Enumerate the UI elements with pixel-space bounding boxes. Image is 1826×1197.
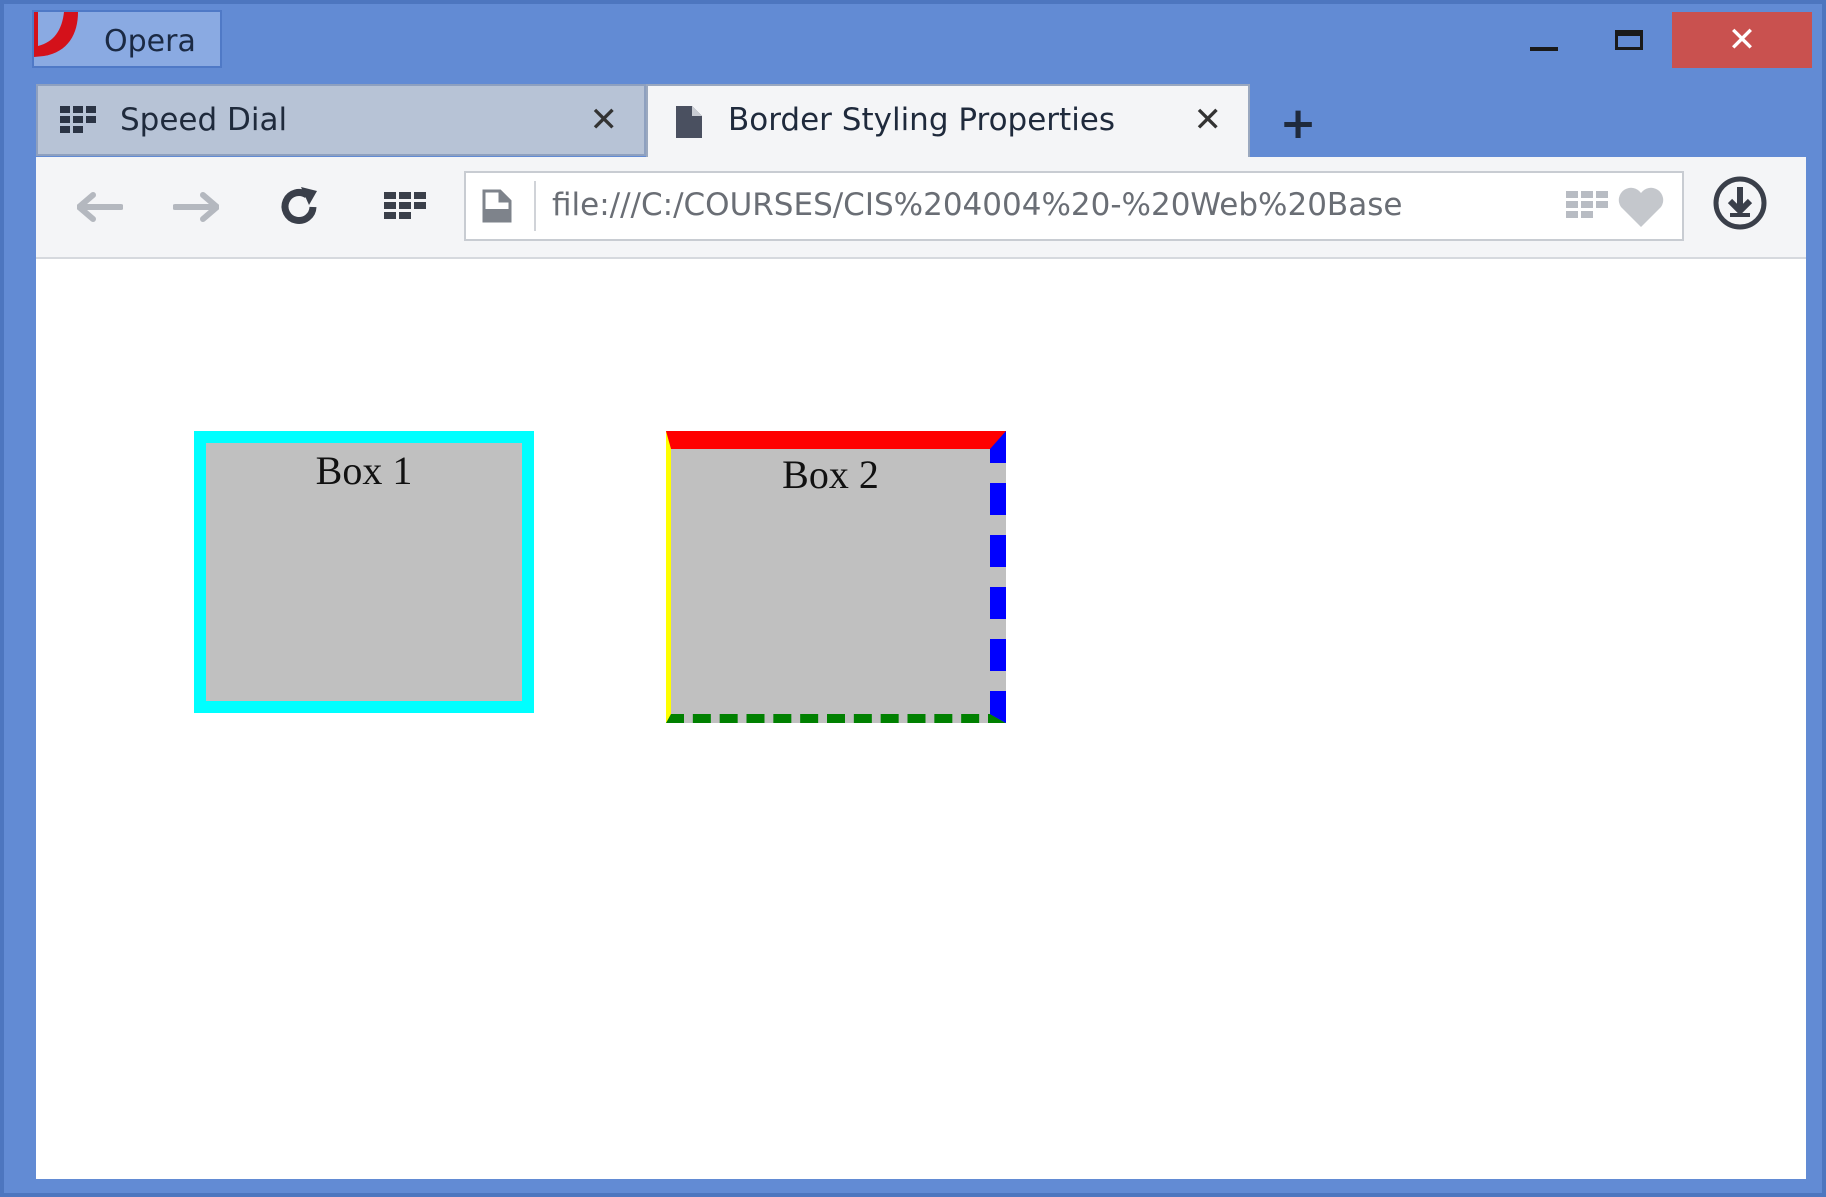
tab-speed-dial[interactable]: Speed Dial ✕ <box>36 84 646 156</box>
address-bar[interactable]: file:///C:/COURSES/CIS%204004%20-%20Web%… <box>464 171 1684 241</box>
box-2: Box 2 <box>666 431 1006 723</box>
heart-bookmark-icon[interactable] <box>1616 187 1666 229</box>
url-text[interactable]: file:///C:/COURSES/CIS%204004%20-%20Web%… <box>552 187 1532 223</box>
grid-icon <box>60 106 96 133</box>
opera-logo-icon <box>34 12 78 57</box>
browser-window: Opera ✕ Speed Dial ✕ Border Styling Prop… <box>0 0 1826 1197</box>
close-tab-icon[interactable]: ✕ <box>590 100 619 140</box>
speed-dial-add-icon[interactable] <box>1566 191 1610 221</box>
maximize-button[interactable] <box>1589 12 1669 68</box>
address-separator <box>534 181 536 231</box>
page-viewport: Box 1 Box 2 <box>36 259 1806 1179</box>
download-button[interactable] <box>1712 175 1768 231</box>
speed-dial-icon <box>384 192 426 219</box>
page-icon <box>482 189 512 223</box>
tab-label: Speed Dial <box>120 102 288 138</box>
box-1-label: Box 1 <box>315 448 413 493</box>
reload-button[interactable] <box>271 179 327 235</box>
back-button[interactable] <box>72 179 128 235</box>
opera-menu-button[interactable]: Opera <box>32 10 222 68</box>
box-1: Box 1 <box>194 431 534 713</box>
tab-label: Border Styling Properties <box>728 102 1116 138</box>
toolbar: file:///C:/COURSES/CIS%204004%20-%20Web%… <box>36 157 1806 259</box>
back-arrow-icon <box>77 192 123 222</box>
new-tab-button[interactable]: + <box>1266 94 1330 152</box>
close-tab-icon[interactable]: ✕ <box>1194 100 1223 140</box>
forward-button[interactable] <box>168 179 224 235</box>
minimize-icon <box>1530 47 1558 51</box>
speed-dial-button[interactable] <box>378 179 434 235</box>
tab-border-styling-properties[interactable]: Border Styling Properties ✕ <box>646 84 1250 158</box>
close-icon: ✕ <box>1727 20 1757 60</box>
download-icon <box>1713 176 1767 230</box>
minimize-button[interactable] <box>1504 12 1584 68</box>
box-2-label: Box 2 <box>782 452 879 497</box>
maximize-icon <box>1615 30 1643 50</box>
reload-icon <box>281 187 317 224</box>
page-icon <box>676 106 702 138</box>
app-name: Opera <box>104 24 196 59</box>
forward-arrow-icon <box>173 192 219 222</box>
close-window-button[interactable]: ✕ <box>1672 12 1812 68</box>
